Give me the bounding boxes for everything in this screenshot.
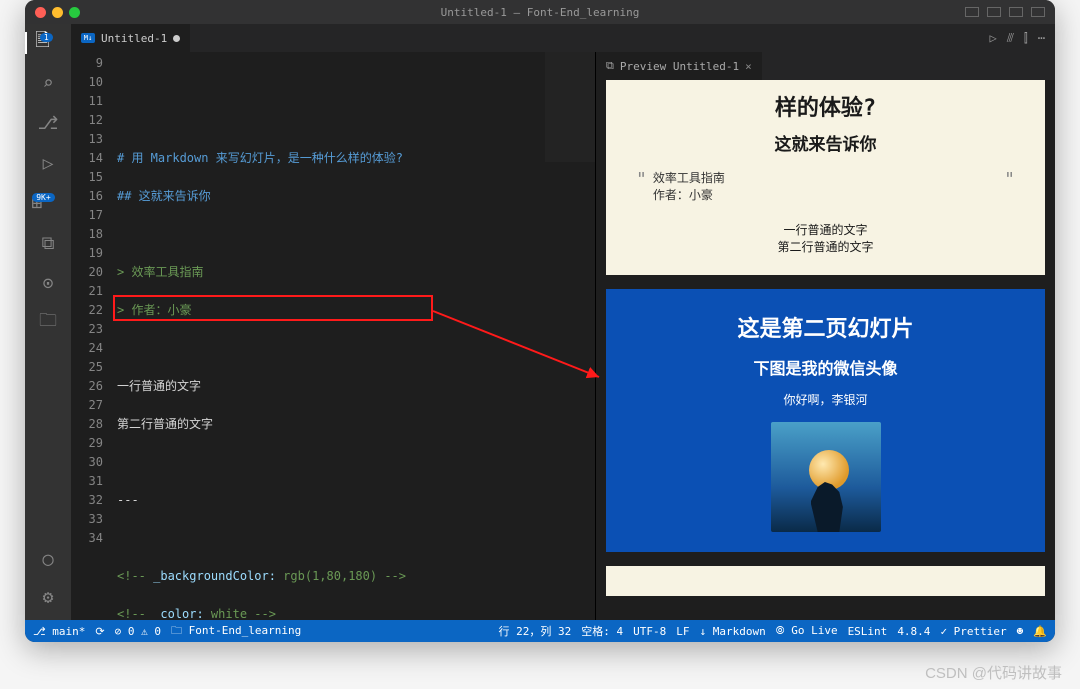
status-folder[interactable]: 🗀 Font-End_learning <box>171 622 301 641</box>
preview-icon: ⧉ <box>606 59 614 73</box>
slide-3 <box>606 566 1045 596</box>
status-eslint[interactable]: ESLint <box>848 625 888 638</box>
panel-left-icon[interactable] <box>965 7 979 17</box>
status-bell-icon[interactable]: 🔔 <box>1033 625 1047 638</box>
code-content[interactable]: # 用 Markdown 来写幻灯片，是一种什么样的体验? ## 这就来告诉你 … <box>117 52 595 620</box>
status-problems[interactable]: ⊘ 0 ⚠ 0 <box>115 625 161 638</box>
status-version[interactable]: 4.8.4 <box>897 625 930 638</box>
close-button[interactable] <box>35 7 46 18</box>
open-preview-icon[interactable]: ⫿ <box>1024 31 1028 46</box>
window-title: Untitled-1 — Font-End_learning <box>441 6 640 19</box>
status-prettier[interactable]: ✓ Prettier <box>940 625 1006 638</box>
status-feedback-icon[interactable]: ☻ <box>1017 625 1024 638</box>
preview-tabs: ⧉ Preview Untitled-1 × <box>596 52 1055 80</box>
quote-line2: 作者：小豪 <box>653 186 1004 203</box>
minimize-button[interactable] <box>52 7 63 18</box>
layout-controls <box>965 7 1045 17</box>
status-branch[interactable]: ⎇ main* <box>33 625 85 638</box>
hand-graphic <box>811 482 847 532</box>
search-icon[interactable]: ⌕ <box>37 72 59 94</box>
explorer-icon[interactable]: 🗎1 <box>25 32 71 54</box>
modified-dot-icon <box>173 35 180 42</box>
editor-tabs: M↓ Untitled-1 ▷ ⫻ ⫿ ⋯ <box>71 24 1055 52</box>
quote-open: " <box>636 169 647 203</box>
watermark: CSDN @代码讲故事 <box>925 662 1062 683</box>
slide2-title: 这是第二页幻灯片 <box>626 311 1025 343</box>
slide-1: 样的体验? 这就来告诉你 " 效率工具指南 作者：小豪 " <box>606 80 1045 275</box>
code-editor[interactable]: 9101112131415161718192021222324252627282… <box>71 52 595 620</box>
accounts-icon[interactable]: ◯ <box>37 548 59 570</box>
slide1-text: 一行普通的文字 第二行普通的文字 <box>636 221 1015 255</box>
tab-untitled[interactable]: M↓ Untitled-1 <box>71 24 190 52</box>
slide-2: 这是第二页幻灯片 下图是我的微信头像 你好啊，李银河 <box>606 289 1045 552</box>
editor-group: M↓ Untitled-1 ▷ ⫻ ⫿ ⋯ 910111213141516171… <box>71 24 1055 620</box>
testing-icon[interactable]: ⊙ <box>37 272 59 294</box>
slide2-image <box>771 422 881 532</box>
remote-icon[interactable]: ⧉ <box>37 232 59 254</box>
activity-bar: 🗎1 ⌕ ⎇ ▷ ⊞9K+ ⧉ ⊙ 🗀 ◯ ⚙ <box>25 24 71 620</box>
slide2-subtitle: 下图是我的微信头像 <box>626 355 1025 379</box>
traffic-lights <box>35 7 80 18</box>
line-gutter: 9101112131415161718192021222324252627282… <box>71 52 117 620</box>
ext-badge: 9K+ <box>32 193 54 202</box>
titlebar: Untitled-1 — Font-End_learning <box>25 0 1055 24</box>
layout-icon[interactable] <box>1031 7 1045 17</box>
status-encoding[interactable]: UTF-8 <box>633 625 666 638</box>
vscode-window: Untitled-1 — Font-End_learning 🗎1 ⌕ ⎇ ▷ … <box>25 0 1055 642</box>
status-spaces[interactable]: 空格: 4 <box>581 623 623 639</box>
more-actions-icon[interactable]: ⋯ <box>1038 31 1045 46</box>
status-sync-icon[interactable]: ⟳ <box>95 625 104 638</box>
explorer-badge: 1 <box>40 33 53 42</box>
status-bar: ⎇ main* ⟳ ⊘ 0 ⚠ 0 🗀 Font-End_learning 行 … <box>25 620 1055 642</box>
tab-actions: ▷ ⫻ ⫿ ⋯ <box>990 31 1055 46</box>
panel-bottom-icon[interactable] <box>987 7 1001 17</box>
panel-right-icon[interactable] <box>1009 7 1023 17</box>
run-icon[interactable]: ▷ <box>990 31 997 46</box>
workbench-body: 🗎1 ⌕ ⎇ ▷ ⊞9K+ ⧉ ⊙ 🗀 ◯ ⚙ M↓ Untitled-1 ▷ <box>25 24 1055 620</box>
minimap[interactable] <box>545 52 595 162</box>
source-control-icon[interactable]: ⎇ <box>37 112 59 134</box>
run-debug-icon[interactable]: ▷ <box>37 152 59 174</box>
close-icon[interactable]: × <box>745 60 752 73</box>
status-eol[interactable]: LF <box>676 625 689 638</box>
split-view: 9101112131415161718192021222324252627282… <box>71 52 1055 620</box>
tab-preview[interactable]: ⧉ Preview Untitled-1 × <box>596 52 762 80</box>
status-language[interactable]: ↓ Markdown <box>700 625 766 638</box>
slide1-subtitle: 这就来告诉你 <box>636 130 1015 155</box>
preview-body[interactable]: 样的体验? 这就来告诉你 " 效率工具指南 作者：小豪 " <box>596 80 1055 620</box>
slide1-quote: " 效率工具指南 作者：小豪 " <box>636 169 1015 203</box>
tab-label: Untitled-1 <box>101 32 167 45</box>
settings-icon[interactable]: ⚙ <box>37 586 59 608</box>
slide2-text: 你好啊，李银河 <box>626 391 1025 408</box>
quote-close: " <box>1004 169 1015 203</box>
slide1-title: 样的体验? <box>636 90 1015 122</box>
split-editor-icon[interactable]: ⫻ <box>1007 31 1014 46</box>
quote-line1: 效率工具指南 <box>653 169 1004 186</box>
status-golive[interactable]: ⦾ Go Live <box>776 624 838 638</box>
preview-pane: ⧉ Preview Untitled-1 × 样的体验? 这就来告诉你 " <box>595 52 1055 620</box>
markdown-lang-icon: M↓ <box>81 33 95 43</box>
folder-icon[interactable]: 🗀 <box>37 312 59 334</box>
maximize-button[interactable] <box>69 7 80 18</box>
status-cursor-pos[interactable]: 行 22，列 32 <box>499 623 572 639</box>
extensions-icon[interactable]: ⊞9K+ <box>37 192 59 214</box>
preview-tab-label: Preview Untitled-1 <box>620 60 739 73</box>
